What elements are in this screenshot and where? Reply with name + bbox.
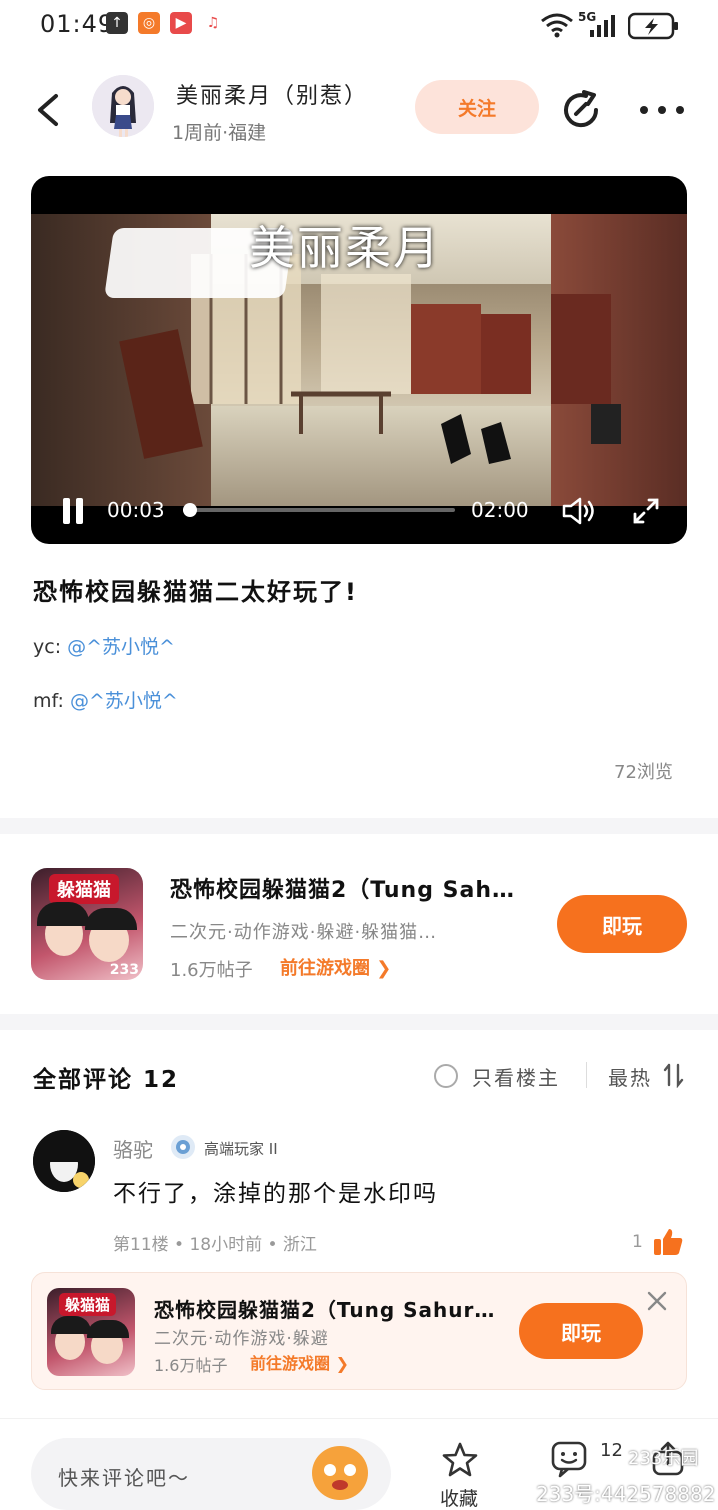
commenter-level: 高端玩家 II [204,1140,278,1158]
mention-link[interactable]: @^苏小悦^ [70,690,178,712]
game-icon-sub: 233 [109,962,139,978]
floating-icon-tag: 躲猫猫 [59,1293,117,1316]
comment-text: 不行了，涂掉的那个是水印吗 [113,1181,438,1207]
signal-icon [590,15,615,37]
music-icon: ♫ [202,12,224,34]
pause-icon[interactable] [61,496,85,526]
game-tags: 二次元·动作游戏·躲避·躲猫猫… [170,922,438,943]
post-line: mf: @^苏小悦^ [33,686,178,713]
post-line-prefix: yc: [33,636,68,658]
video-overlay-title: 美丽柔月 [249,221,441,275]
section-divider [0,818,718,834]
sort-hot-label[interactable]: 最热 [608,1062,652,1091]
fullscreen-icon[interactable] [631,496,661,526]
status-time: 01:49 [40,10,115,38]
only-op-label[interactable]: 只看楼主 [472,1062,560,1091]
status-bar: 01:49 ↑ ◎ ▶ ♫ 5G [0,0,718,56]
floating-play-button[interactable]: 即玩 [519,1303,643,1359]
comment-input-placeholder[interactable]: 快来评论吧～ [58,1462,190,1491]
battery-icon [628,12,678,40]
mascot-icon[interactable] [312,1446,368,1500]
game-circle-link[interactable]: 前往游戏圈 ❯ [280,954,391,980]
floating-game-tags: 二次元·动作游戏·躲避 [154,1329,329,1349]
game-icon-tag: 躲猫猫 [49,874,119,904]
comment-count: 12 [600,1440,623,1461]
sort-icon[interactable] [662,1062,686,1088]
divider [586,1062,587,1088]
play-button[interactable]: 即玩 [557,895,687,953]
back-arrow-icon[interactable] [30,88,70,132]
post-meta: 1周前·福建 [172,122,267,144]
floating-circle-link[interactable]: 前往游戏圈 ❯ [250,1350,349,1374]
commenter-name[interactable]: 骆驼 [113,1134,153,1163]
only-op-radio[interactable] [434,1064,458,1088]
video-current-time: 00:03 [107,498,165,522]
video-total-time: 02:00 [471,498,529,522]
comment-like-count: 1 [632,1232,643,1252]
game-icon[interactable]: 躲猫猫 233 [31,868,143,980]
level-badge-icon [171,1135,195,1159]
video-progress-track[interactable] [183,508,455,512]
close-icon[interactable] [646,1290,668,1312]
share-icon[interactable] [560,88,604,132]
floating-post-count: 1.6万帖子 [154,1356,228,1375]
video-player[interactable]: 美丽柔月 00:03 02:00 [31,176,687,544]
post-title: 恐怖校园躲猫猫二太好玩了! [33,578,358,606]
game-post-count: 1.6万帖子 [170,960,253,981]
author-avatar[interactable] [92,75,154,137]
post-line: yc: @^苏小悦^ [33,632,175,659]
author-name[interactable]: 美丽柔月（别惹） [176,78,368,110]
app-icon: ◎ [138,12,160,34]
floating-game-name[interactable]: 恐怖校园躲猫猫2（Tung Sahur… [154,1294,495,1323]
more-icon[interactable] [640,90,684,130]
watermark: 233号:442578882 [536,1482,716,1506]
game-name[interactable]: 恐怖校园躲猫猫2（Tung Sah… [170,872,515,904]
post-line-prefix: mf: [33,690,70,712]
commenter-avatar[interactable] [33,1130,95,1192]
section-divider [0,1014,718,1030]
video-icon: ▶ [170,12,192,34]
volume-icon[interactable] [561,496,597,526]
star-icon[interactable] [440,1440,480,1480]
follow-button[interactable]: 关注 [415,80,539,134]
watermark-small: 233乐园 [628,1448,699,1469]
comment-icon[interactable] [550,1440,588,1478]
comments-header: 全部评论 12 [33,1067,180,1093]
floating-game-icon[interactable]: 躲猫猫 [47,1288,135,1376]
upload-icon: ↑ [106,12,128,34]
video-progress-knob[interactable] [182,503,197,517]
view-count: 72浏览 [614,762,673,783]
thumbs-up-icon[interactable] [652,1226,684,1258]
comment-meta: 第11楼 • 18小时前 • 浙江 [113,1235,317,1255]
favorite-label[interactable]: 收藏 [440,1484,478,1510]
wifi-icon [541,13,573,38]
mention-link[interactable]: @^苏小悦^ [67,636,175,658]
